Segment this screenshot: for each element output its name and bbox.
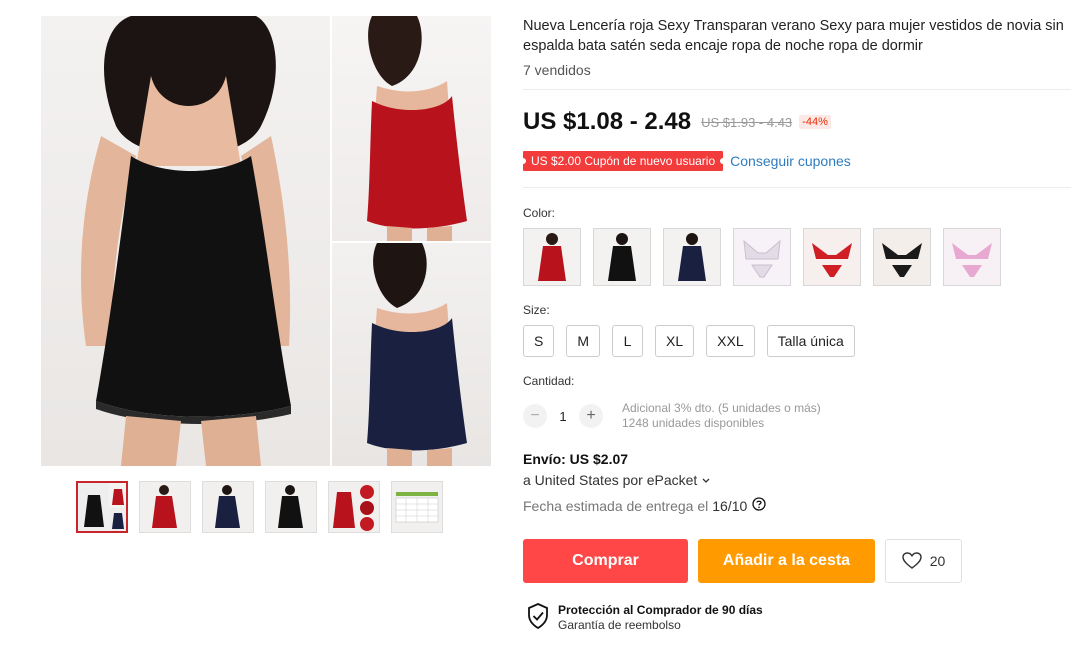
original-price: US $1.93 - 4.43: [701, 114, 793, 130]
size-option-l[interactable]: L: [612, 325, 644, 357]
protection-subtitle: Garantía de reembolso: [558, 618, 681, 632]
delivery-date: 16/10: [712, 497, 748, 514]
thumbnail-strip: [76, 481, 443, 533]
sold-count: 7 vendidos: [523, 62, 591, 78]
thumbnail-red-dress[interactable]: [139, 481, 191, 533]
color-swatch-black-dress[interactable]: [593, 228, 651, 286]
bulk-discount-note: Adicional 3% dto. (5 unidades o más): [622, 401, 821, 415]
shipping-cost: Envío: US $2.07: [523, 451, 629, 467]
color-swatch-black-lace-set[interactable]: [873, 228, 931, 286]
heart-icon: [902, 552, 922, 569]
navy-dress-photo: [330, 241, 491, 466]
divider: [523, 89, 1071, 90]
size-option-one-size[interactable]: Talla única: [766, 325, 855, 357]
price-row: US $1.08 - 2.48 US $1.93 - 4.43 -44%: [523, 108, 831, 136]
color-swatch-pink-lace-set[interactable]: [943, 228, 1001, 286]
shield-check-icon: [528, 603, 548, 629]
main-product-image[interactable]: [41, 16, 491, 466]
current-price: US $1.08 - 2.48: [523, 108, 692, 135]
shipping-route-selector[interactable]: a United States por ePacket: [523, 472, 711, 488]
stock-available: 1248 unidades disponibles: [622, 416, 765, 430]
black-dress-photo: [41, 16, 330, 466]
wishlist-button[interactable]: 20: [885, 539, 962, 583]
quantity-stepper: − 1 + Adicional 3% dto. (5 unidades o má…: [523, 401, 821, 431]
size-option-xxl[interactable]: XXL: [706, 325, 755, 357]
add-to-cart-button[interactable]: Añadir a la cesta: [698, 539, 875, 583]
size-option-m[interactable]: M: [566, 325, 601, 357]
color-swatch-white-lace-set[interactable]: [733, 228, 791, 286]
discount-badge: -44%: [799, 115, 831, 129]
chevron-down-icon: [701, 472, 711, 488]
size-options: S M L XL XXL Talla única: [523, 325, 855, 357]
quantity-decrease-button[interactable]: −: [523, 404, 547, 428]
buyer-protection: Protección al Comprador de 90 días Garan…: [527, 603, 763, 633]
wishlist-count: 20: [929, 553, 946, 569]
size-option-s[interactable]: S: [523, 325, 555, 357]
red-dress-photo: [330, 16, 491, 241]
color-label: Color:: [523, 206, 556, 220]
thumbnail-navy-dress[interactable]: [202, 481, 254, 533]
protection-text: Protección al Comprador de 90 días Garan…: [558, 603, 763, 633]
quantity-note: Adicional 3% dto. (5 unidades o más) 124…: [622, 401, 821, 431]
delivery-label: Fecha estimada de entrega el: [523, 497, 709, 514]
get-coupons-link[interactable]: Conseguir cupones: [730, 153, 851, 169]
size-option-xl[interactable]: XL: [655, 325, 695, 357]
thumbnail-red-detail[interactable]: [328, 481, 380, 533]
color-swatches: [523, 228, 1001, 286]
color-swatch-red-dress[interactable]: [523, 228, 581, 286]
help-icon[interactable]: [752, 497, 766, 514]
thumbnail-collage[interactable]: [76, 481, 128, 533]
color-swatch-navy-dress[interactable]: [663, 228, 721, 286]
new-user-coupon[interactable]: US $2.00 Cupón de nuevo usuario: [519, 151, 727, 171]
shipping-route: a United States por ePacket: [523, 472, 698, 488]
quantity-value[interactable]: 1: [547, 409, 579, 424]
thumbnail-size-chart[interactable]: [391, 481, 443, 533]
quantity-label: Cantidad:: [523, 374, 575, 388]
divider: [523, 187, 1071, 188]
quantity-increase-button[interactable]: +: [579, 404, 603, 428]
protection-title: Protección al Comprador de 90 días: [558, 603, 763, 617]
color-swatch-red-lace-set[interactable]: [803, 228, 861, 286]
size-label: Size:: [523, 303, 550, 317]
buy-now-button[interactable]: Comprar: [523, 539, 688, 583]
delivery-estimate: Fecha estimada de entrega el 16/10: [523, 497, 766, 514]
coupon-row: US $2.00 Cupón de nuevo usuario Consegui…: [519, 151, 851, 171]
thumbnail-black-dress[interactable]: [265, 481, 317, 533]
product-title: Nueva Lencería roja Sexy Transparan vera…: [523, 18, 1064, 54]
